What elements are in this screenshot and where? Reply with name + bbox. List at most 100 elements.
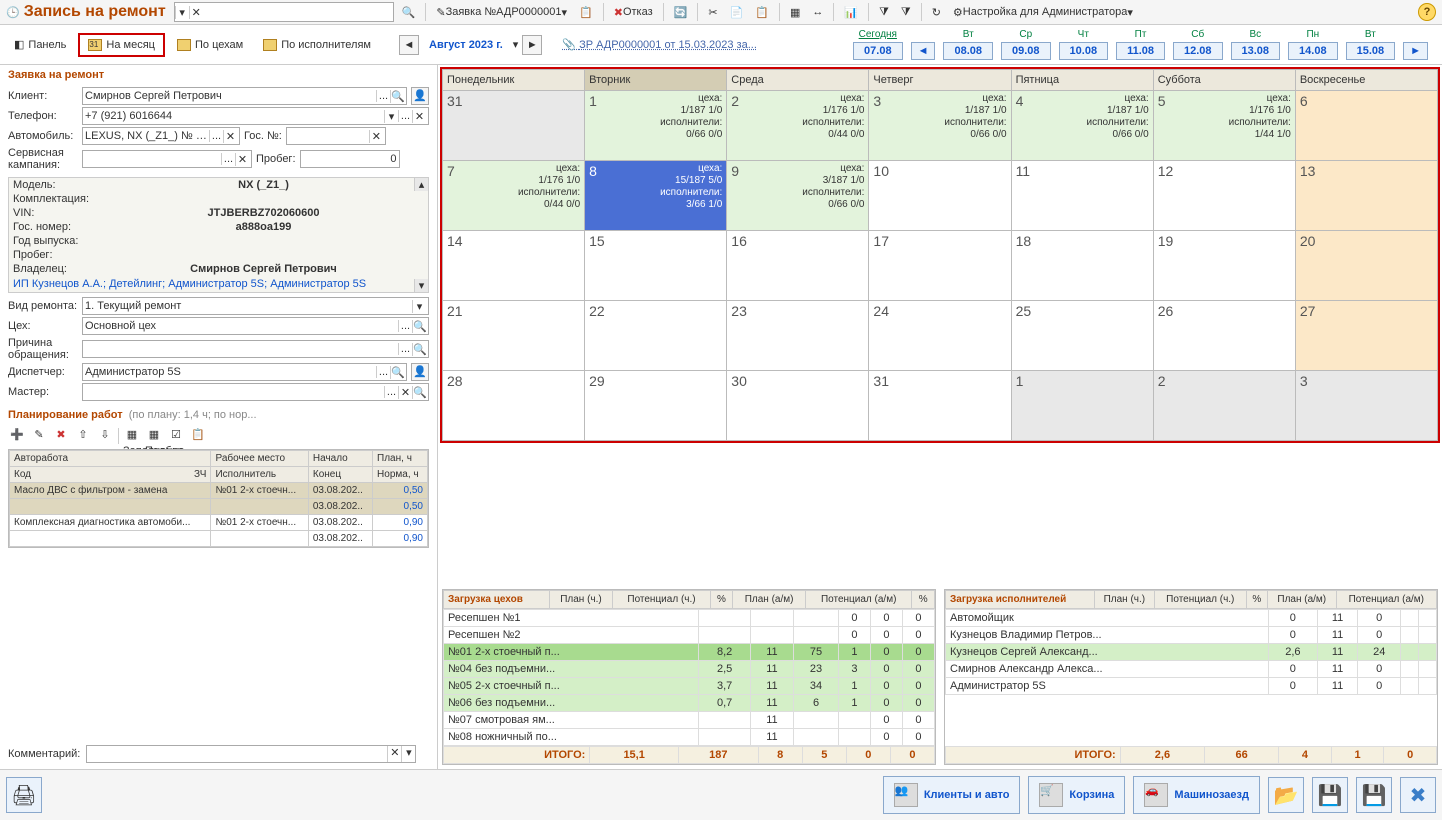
period-prev-icon[interactable]: ◄ — [399, 35, 419, 55]
period-dropdown-icon[interactable]: ▾ — [513, 38, 519, 51]
toolbar-search-icon[interactable]: 🔍 — [398, 4, 420, 21]
client-card-icon[interactable]: 👤 — [411, 87, 429, 105]
phone-field[interactable]: +7 (921) 6016644▾...✕ — [82, 107, 429, 125]
toolbar-swap-icon[interactable]: ↔ — [808, 4, 827, 20]
toolbar-chart-icon[interactable]: 📊 — [840, 4, 862, 21]
cal-day-23[interactable]: 23 — [727, 301, 869, 371]
plan-pick-button[interactable]: ▦ Подбор работ — [145, 427, 163, 445]
cal-day-13[interactable]: 13 — [1295, 161, 1437, 231]
toolbar-refresh-icon[interactable]: 🔄 — [670, 4, 692, 21]
plan-down-icon[interactable]: ⇩ — [96, 427, 114, 445]
gosno-field[interactable]: ✕ — [286, 127, 386, 145]
cal-day-12[interactable]: 12 — [1153, 161, 1295, 231]
toolbar-paste-icon[interactable]: 📋 — [751, 4, 773, 21]
info-scroll-up-icon[interactable]: ▴ — [414, 178, 428, 191]
date-button-09.08[interactable]: 09.08 — [1001, 42, 1051, 60]
plan-row[interactable]: Комплексная диагностика автомоби...№01 2… — [10, 515, 428, 531]
cal-day-28[interactable]: 28 — [443, 371, 585, 441]
bt-row[interactable]: Ресепшен №2000 — [444, 627, 935, 644]
clients-button[interactable]: 👥Клиенты и авто — [883, 776, 1021, 814]
zayavka-button[interactable]: ✎ Заявка №АДР0000001 ▾ — [432, 4, 571, 21]
document-link[interactable]: 📎 ЗР АДР0000001 от 15.03.2023 за... — [562, 38, 757, 51]
cal-day-15[interactable]: 15 — [585, 231, 727, 301]
date-button-08.08[interactable]: 08.08 — [943, 42, 993, 60]
bt-row[interactable]: №08 ножничный по...1100 — [444, 729, 935, 746]
plan-row[interactable]: 03.08.202..0,50 — [10, 499, 428, 515]
campaign-field[interactable]: ...✕ — [82, 150, 252, 168]
cal-day-21[interactable]: 21 — [443, 301, 585, 371]
date-button-07.08[interactable]: 07.08 — [853, 42, 903, 60]
bt-row[interactable]: №04 без подъемни...2,51123300 — [444, 661, 935, 678]
toolbar-cut-icon[interactable]: ✂ — [704, 4, 721, 21]
bt-row[interactable]: №05 2-х стоечный п...3,71134100 — [444, 678, 935, 695]
cal-day-4[interactable]: 4цеха:1/187 1/0исполнители:0/66 0/0 — [1011, 91, 1153, 161]
plan-copy-icon[interactable]: 📋 — [189, 427, 207, 445]
save2-button[interactable]: 💾 — [1356, 777, 1392, 813]
search-combo[interactable]: ▾✕ — [174, 2, 394, 22]
month-calendar[interactable]: ПонедельникВторникСредаЧетвергПятницаСуб… — [440, 67, 1440, 443]
bt-row[interactable]: Ресепшен №1000 — [444, 610, 935, 627]
save-button[interactable]: 💾 — [1312, 777, 1348, 813]
workshops-view-button[interactable]: По цехам — [169, 35, 251, 55]
cal-day-8[interactable]: 8цеха:15/187 5/0исполнители:3/66 1/0 — [585, 161, 727, 231]
date-button-13.08[interactable]: 13.08 — [1231, 42, 1281, 60]
month-view-button[interactable]: 31На месяц — [78, 33, 165, 57]
cal-day-14[interactable]: 14 — [443, 231, 585, 301]
traffic-button[interactable]: 🚗Машинозаезд — [1133, 776, 1260, 814]
cal-day-22[interactable]: 22 — [585, 301, 727, 371]
settings-button[interactable]: ⚙ Настройка для Администратора ▾ — [949, 4, 1137, 21]
cal-day-18[interactable]: 18 — [1011, 231, 1153, 301]
period-next-icon[interactable]: ► — [522, 35, 542, 55]
plan-delete-icon[interactable]: ✖ — [52, 427, 70, 445]
cart-button[interactable]: 🛒Корзина — [1028, 776, 1125, 814]
open-folder-button[interactable]: 📂 — [1268, 777, 1304, 813]
date-button-15.08[interactable]: 15.08 — [1346, 42, 1396, 60]
bt-row[interactable]: №07 смотровая ям...1100 — [444, 712, 935, 729]
toolbar-table-icon[interactable]: ▦ — [786, 4, 804, 21]
cal-day-30[interactable]: 30 — [727, 371, 869, 441]
cal-day-3[interactable]: 3 — [1295, 371, 1437, 441]
cal-day-17[interactable]: 17 — [869, 231, 1011, 301]
workshop-field[interactable]: Основной цех...🔍 — [82, 317, 429, 335]
mileage-field[interactable]: 0 — [300, 150, 400, 168]
cal-day-5[interactable]: 5цеха:1/176 1/0исполнители:1/44 1/0 — [1153, 91, 1295, 161]
date-prev-icon[interactable]: ◄ — [911, 42, 936, 60]
plan-edit-icon[interactable]: ✎ — [30, 427, 48, 445]
print-button[interactable]: 🖨 — [6, 777, 42, 813]
cal-day-7[interactable]: 7цеха:1/176 1/0исполнители:0/44 0/0 — [443, 161, 585, 231]
bt-row[interactable]: №06 без подъемни...0,7116100 — [444, 695, 935, 712]
toolbar-reload-icon[interactable]: ↻ — [928, 4, 945, 21]
cal-day-16[interactable]: 16 — [727, 231, 869, 301]
cal-day-26[interactable]: 26 — [1153, 301, 1295, 371]
plan-check-icon[interactable]: ☑ — [167, 427, 185, 445]
date-button-10.08[interactable]: 10.08 — [1059, 42, 1109, 60]
toolbar-copy2-icon[interactable]: 📄 — [726, 4, 748, 21]
dispatcher-field[interactable]: Администратор 5S...🔍 — [82, 363, 407, 381]
cal-day-31[interactable]: 31 — [443, 91, 585, 161]
cal-day-9[interactable]: 9цеха:3/187 1/0исполнители:0/66 0/0 — [727, 161, 869, 231]
plan-row[interactable]: Масло ДВС с фильтром - замена№01 2-х сто… — [10, 483, 428, 499]
cal-day-27[interactable]: 27 — [1295, 301, 1437, 371]
bt-row[interactable]: Администратор 5S0110 — [946, 678, 1437, 695]
date-button-14.08[interactable]: 14.08 — [1288, 42, 1338, 60]
car-field[interactable]: LEXUS, NX (_Z1_) № а888оа......✕ — [82, 127, 240, 145]
plan-fill-button[interactable]: ▦ Заполнение ▾ — [123, 427, 141, 445]
cal-day-20[interactable]: 20 — [1295, 231, 1437, 301]
cal-day-3[interactable]: 3цеха:1/187 1/0исполнители:0/66 0/0 — [869, 91, 1011, 161]
refusal-button[interactable]: ✖ Отказ — [610, 4, 657, 21]
bt-row[interactable]: Автомойщик0110 — [946, 610, 1437, 627]
dispatcher-card-icon[interactable]: 👤 — [411, 363, 429, 381]
info-scroll-down-icon[interactable]: ▾ — [414, 279, 428, 292]
comment-field[interactable]: ✕▾ — [86, 745, 416, 763]
performer-load-table[interactable]: Загрузка исполнителейПлан (ч.)Потенциал … — [944, 589, 1438, 765]
panel-button[interactable]: ◧ Панель — [6, 34, 74, 55]
cal-day-31[interactable]: 31 — [869, 371, 1011, 441]
plan-up-icon[interactable]: ⇧ — [74, 427, 92, 445]
master-field[interactable]: ...✕🔍 — [82, 383, 429, 401]
cal-day-2[interactable]: 2 — [1153, 371, 1295, 441]
help-icon[interactable]: ? — [1418, 3, 1436, 21]
toolbar-funnel-icon[interactable]: ⧩ — [875, 4, 893, 21]
repair-type-field[interactable]: 1. Текущий ремонт▾ — [82, 297, 429, 315]
planning-table[interactable]: Авторабота Рабочее место Начало План, ч … — [8, 449, 429, 548]
cal-day-2[interactable]: 2цеха:1/176 1/0исполнители:0/44 0/0 — [727, 91, 869, 161]
